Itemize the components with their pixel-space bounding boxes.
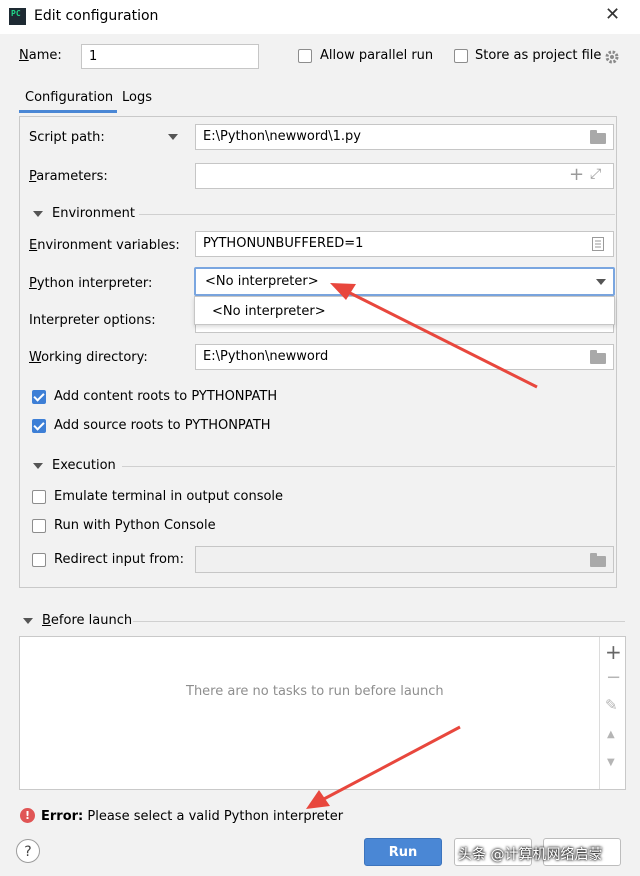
- env-vars-label: Environment variables:: [29, 238, 180, 253]
- redirect-input-label: Redirect input from:: [54, 552, 184, 567]
- expand-icon[interactable]: ⤢: [590, 166, 601, 182]
- interpreter-dropdown-list: <No interpreter>: [194, 296, 615, 325]
- environment-separator: [139, 214, 615, 215]
- name-input[interactable]: 1: [81, 44, 259, 69]
- script-path-input[interactable]: E:\Python\newword\1.py: [195, 124, 614, 150]
- environment-section-title: Environment: [52, 206, 136, 221]
- python-interpreter-label: Python interpreter:: [29, 276, 153, 291]
- parameters-label: Parameters:: [29, 169, 108, 184]
- gear-icon[interactable]: [604, 49, 620, 65]
- watermark-text: 头条 @计算机网络启蒙: [458, 847, 603, 863]
- pycharm-app-icon: PC: [9, 8, 26, 25]
- emulate-terminal-label: Emulate terminal in output console: [54, 489, 284, 504]
- execution-section-title: Execution: [52, 458, 116, 473]
- before-launch-list: [19, 636, 626, 790]
- parameters-input[interactable]: [195, 163, 614, 189]
- before-launch-collapse-icon[interactable]: [23, 618, 33, 624]
- redirect-input-field[interactable]: [195, 546, 614, 573]
- env-vars-value: PYTHONUNBUFFERED=1: [203, 236, 364, 251]
- folder-icon[interactable]: [590, 350, 606, 364]
- window-title: Edit configuration: [34, 8, 159, 24]
- script-path-label: Script path:: [29, 130, 105, 145]
- working-directory-input[interactable]: E:\Python\newword: [195, 344, 614, 370]
- name-input-value: 1: [89, 49, 98, 64]
- execution-collapse-icon[interactable]: [33, 463, 43, 469]
- add-source-roots-label: Add source roots to PYTHONPATH: [54, 418, 271, 433]
- annotation-arrowhead-error: [306, 790, 330, 809]
- environment-collapse-icon[interactable]: [33, 211, 43, 217]
- tab-logs[interactable]: Logs: [122, 90, 152, 105]
- before-launch-title: Before launch: [42, 613, 133, 628]
- redirect-input-checkbox[interactable]: [32, 553, 46, 567]
- error-icon: !: [20, 808, 35, 823]
- working-directory-value: E:\Python\newword: [203, 349, 329, 364]
- remove-task-icon[interactable]: −: [606, 667, 621, 688]
- before-launch-empty-text: There are no tasks to run before launch: [186, 684, 444, 699]
- script-path-value: E:\Python\newword\1.py: [203, 129, 361, 144]
- execution-separator: [122, 466, 615, 467]
- run-python-console-checkbox[interactable]: [32, 519, 46, 533]
- chevron-down-icon[interactable]: [596, 279, 606, 285]
- error-message: Error: Please select a valid Python inte…: [41, 809, 343, 824]
- document-icon[interactable]: [592, 237, 604, 251]
- tab-configuration[interactable]: Configuration: [25, 90, 113, 105]
- run-button[interactable]: Run: [364, 838, 442, 866]
- python-interpreter-select[interactable]: <No interpreter>: [194, 267, 615, 296]
- folder-icon[interactable]: [590, 130, 606, 144]
- edit-task-icon[interactable]: ✎: [605, 696, 618, 714]
- folder-icon[interactable]: [590, 553, 606, 567]
- script-path-type-dropdown-icon[interactable]: [168, 134, 178, 140]
- before-launch-toolbar-divider: [599, 637, 600, 789]
- allow-parallel-checkbox[interactable]: [298, 49, 312, 63]
- tab-active-indicator: [19, 110, 117, 113]
- error-text: Please select a valid Python interpreter: [87, 809, 344, 824]
- working-directory-label: Working directory:: [29, 350, 148, 365]
- emulate-terminal-checkbox[interactable]: [32, 490, 46, 504]
- error-prefix: Error:: [41, 809, 84, 824]
- help-button[interactable]: ?: [16, 839, 40, 863]
- allow-parallel-label: Allow parallel run: [320, 48, 434, 63]
- interpreter-dropdown-item[interactable]: <No interpreter>: [212, 304, 326, 319]
- move-up-icon[interactable]: ▲: [607, 729, 615, 740]
- close-icon[interactable]: ✕: [605, 4, 620, 25]
- env-vars-input[interactable]: PYTHONUNBUFFERED=1: [195, 231, 614, 257]
- name-label: Name:: [19, 48, 62, 63]
- store-project-checkbox[interactable]: [454, 49, 468, 63]
- python-interpreter-value: <No interpreter>: [205, 274, 319, 289]
- add-source-roots-checkbox[interactable]: [32, 419, 46, 433]
- store-project-label: Store as project file: [475, 48, 602, 63]
- add-content-roots-checkbox[interactable]: [32, 390, 46, 404]
- add-parameter-icon[interactable]: +: [569, 164, 584, 185]
- add-content-roots-label: Add content roots to PYTHONPATH: [54, 389, 278, 404]
- run-python-console-label: Run with Python Console: [54, 518, 216, 533]
- add-task-icon[interactable]: +: [605, 640, 622, 664]
- interpreter-options-label: Interpreter options:: [29, 313, 156, 328]
- move-down-icon[interactable]: ▼: [607, 757, 615, 768]
- before-launch-separator: [133, 621, 625, 622]
